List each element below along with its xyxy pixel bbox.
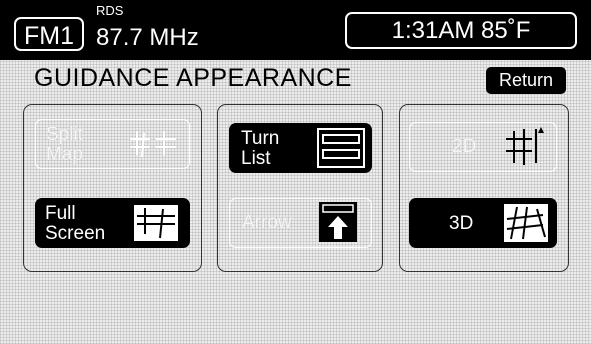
return-button[interactable]: Return	[486, 67, 566, 94]
arrow-icon	[319, 202, 357, 242]
split-map-icon	[130, 131, 176, 158]
navigation-screen: FM1 RDS 87.7 MHz 1:31AM 85˚F GUIDANCE AP…	[0, 0, 591, 344]
3d-map-icon	[504, 204, 548, 242]
split-map-button[interactable]: Split Map	[35, 119, 190, 169]
frequency-display: 87.7 MHz	[96, 24, 199, 51]
turn-list-icon	[317, 128, 365, 168]
status-bar: FM1 RDS 87.7 MHz 1:31AM 85˚F	[0, 0, 591, 60]
2d-label: 2D	[452, 136, 477, 157]
split-map-label-line1: Split	[46, 124, 83, 145]
map-view-group: 2D 3D	[399, 104, 569, 272]
split-map-label-line2: Map	[46, 144, 83, 165]
arrow-button[interactable]: Arrow	[229, 198, 372, 248]
turn-list-button[interactable]: Turn List	[229, 123, 372, 173]
arrow-label: Arrow	[242, 212, 292, 233]
guidance-display-group: Turn List Arrow	[217, 104, 383, 272]
2d-map-icon	[506, 127, 544, 165]
full-screen-label-line1: Full	[45, 203, 76, 224]
band-button[interactable]: FM1	[14, 17, 84, 51]
page-title: GUIDANCE APPEARANCE	[34, 64, 352, 92]
full-screen-map-icon	[134, 205, 178, 241]
2d-button[interactable]: 2D	[409, 122, 557, 172]
turn-list-label-line1: Turn	[241, 128, 280, 149]
rds-indicator: RDS	[96, 3, 124, 18]
full-screen-label-line2: Screen	[45, 223, 106, 244]
clock-temperature-display: 1:31AM 85˚F	[345, 12, 577, 49]
turn-list-label-line2: List	[241, 148, 271, 169]
full-screen-button[interactable]: Full Screen	[35, 198, 190, 248]
screen-layout-group: Split Map Full Screen	[23, 104, 202, 272]
3d-label: 3D	[449, 213, 474, 234]
3d-button[interactable]: 3D	[409, 198, 557, 248]
